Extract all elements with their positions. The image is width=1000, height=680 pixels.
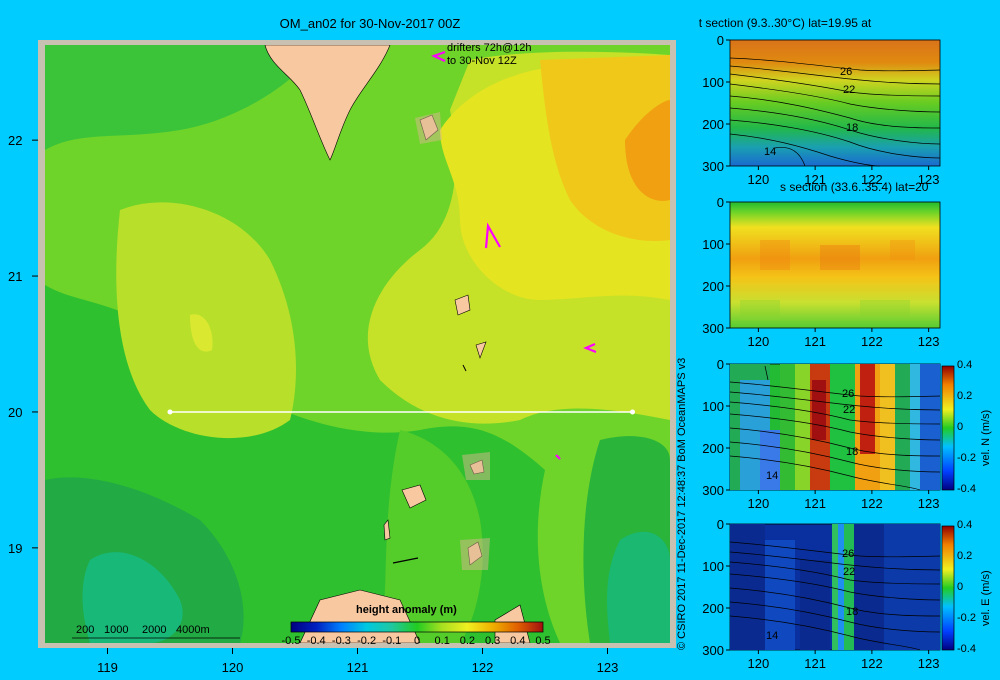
main-colorbar [290, 621, 544, 633]
section-colorbar-label: vel. N (m/s) [980, 409, 992, 466]
section-y-tick-label: 0 [717, 517, 724, 532]
depth-legend-label: 1000 [104, 624, 129, 636]
contour-label: 26 [842, 388, 855, 400]
section-x-tick-label: 122 [861, 656, 883, 671]
section-colorbar-tick: -0.2 [957, 452, 976, 464]
drifter-note-line1: drifters 72h@12h [447, 42, 532, 54]
section-y-tick-label: 300 [702, 643, 724, 658]
vele-colorbar [941, 525, 955, 651]
section-line-end [630, 409, 635, 415]
x-tick-label: 119 [97, 660, 118, 675]
colorbar-tick-label: 0.4 [510, 635, 526, 647]
section-colorbar-tick: -0.4 [957, 643, 976, 655]
salinity-section-title: s section (33.6..35.4) lat=20 [780, 180, 929, 194]
section-y-tick-label: 200 [702, 441, 724, 456]
section-colorbar-tick: 0 [957, 421, 964, 433]
temp-section-field [729, 39, 941, 167]
x-tick-label: 120 [222, 660, 244, 675]
section-colorbar-tick: 0.4 [957, 359, 973, 371]
side-label: © CSIRO 2017 11-Dec-2017 12:48:37 BoM Oc… [676, 357, 688, 650]
section-y-tick-label: 300 [702, 321, 724, 336]
section-colorbar-tick: -0.4 [957, 483, 976, 495]
colorbar-tick-label: 0.5 [535, 635, 551, 647]
section-colorbar-tick: -0.2 [957, 612, 976, 624]
veln-colorbar [941, 365, 955, 491]
contour-label: 18 [846, 606, 859, 618]
colorbar-tick-label: 0.3 [484, 635, 501, 647]
drifter-note-line2: to 30-Nov 12Z [447, 55, 517, 67]
colorbar-tick-label: -0.3 [331, 635, 351, 647]
colorbar-tick-label: -0.1 [382, 635, 402, 647]
section-x-tick-label: 120 [748, 172, 770, 187]
main-title: OM_an02 for 30-Nov-2017 00Z [279, 16, 461, 31]
contour-label: 14 [764, 146, 777, 158]
section-y-tick-label: 200 [702, 279, 724, 294]
section-colorbar-tick: 0.4 [957, 519, 973, 531]
section-colorbar-tick: 0.2 [957, 550, 973, 562]
section-x-tick-label: 123 [918, 656, 940, 671]
section-y-tick-label: 100 [702, 237, 724, 252]
contour-label: 14 [766, 470, 779, 482]
depth-legend-label: 2000 [142, 624, 167, 636]
section-line-start [167, 409, 173, 415]
section-x-tick-label: 122 [861, 496, 883, 511]
section-x-tick-label: 120 [748, 496, 770, 511]
section-colorbar-label: vel. E (m/s) [980, 570, 992, 626]
section-y-tick-label: 300 [702, 159, 724, 174]
section-y-tick-label: 0 [717, 357, 724, 372]
temp-section-title: t section (9.3..30°C) lat=19.95 at [698, 16, 872, 30]
colorbar-title: height anomaly (m) [356, 604, 457, 616]
colorbar-tick-label: -0.2 [357, 635, 377, 647]
contour-label: 18 [846, 122, 859, 134]
section-x-tick-label: 121 [804, 496, 826, 511]
section-x-tick-label: 122 [861, 334, 883, 349]
colorbar-tick-label: -0.5 [281, 635, 301, 647]
main-x-axis: 119 120 121 122 123 [97, 648, 618, 675]
section-x-tick-label: 121 [804, 334, 826, 349]
section-x-tick-label: 120 [748, 656, 770, 671]
depth-legend-label: 4000m [176, 624, 210, 636]
colorbar-tick-label: 0.1 [434, 635, 450, 647]
section-y-tick-label: 0 [717, 195, 724, 210]
y-tick-label: 22 [8, 133, 22, 148]
section-x-tick-label: 123 [918, 334, 940, 349]
x-tick-label: 122 [472, 660, 494, 675]
section-y-tick-label: 100 [702, 559, 724, 574]
contour-label: 26 [842, 548, 855, 560]
section-y-tick-label: 0 [717, 33, 724, 48]
contour-label: 18 [846, 446, 859, 458]
section-x-tick-label: 123 [918, 496, 940, 511]
y-tick-label: 21 [8, 269, 22, 284]
contour-label: 22 [843, 404, 856, 416]
colorbar-tick-label: 0.2 [459, 635, 476, 647]
x-tick-label: 123 [597, 660, 619, 675]
main-y-axis: 19 20 21 22 [8, 133, 38, 556]
y-tick-label: 19 [8, 541, 22, 556]
x-tick-label: 121 [347, 660, 369, 675]
colorbar-tick-label: -0.4 [306, 635, 326, 647]
contour-label: 14 [766, 630, 779, 642]
section-x-tick-label: 121 [804, 656, 826, 671]
section-y-tick-label: 200 [702, 117, 724, 132]
section-y-tick-label: 200 [702, 601, 724, 616]
section-y-tick-label: 300 [702, 483, 724, 498]
y-tick-label: 20 [8, 405, 22, 420]
figure-canvas: 119 120 121 122 123 19 20 21 22 120 121 122… [8, 33, 955, 675]
section-colorbar-tick: 0 [957, 581, 964, 593]
section-colorbar-tick: 0.2 [957, 390, 973, 402]
contour-label: 26 [840, 66, 853, 78]
depth-legend-label: 200 [76, 624, 95, 636]
section-y-tick-label: 100 [702, 399, 724, 414]
contour-label: 22 [843, 566, 856, 578]
height-anomaly-field [45, 45, 670, 643]
colorbar-tick-label: 0 [413, 635, 421, 647]
section-x-tick-label: 120 [748, 334, 770, 349]
contour-label: 22 [843, 84, 856, 96]
section-y-tick-label: 100 [702, 75, 724, 90]
